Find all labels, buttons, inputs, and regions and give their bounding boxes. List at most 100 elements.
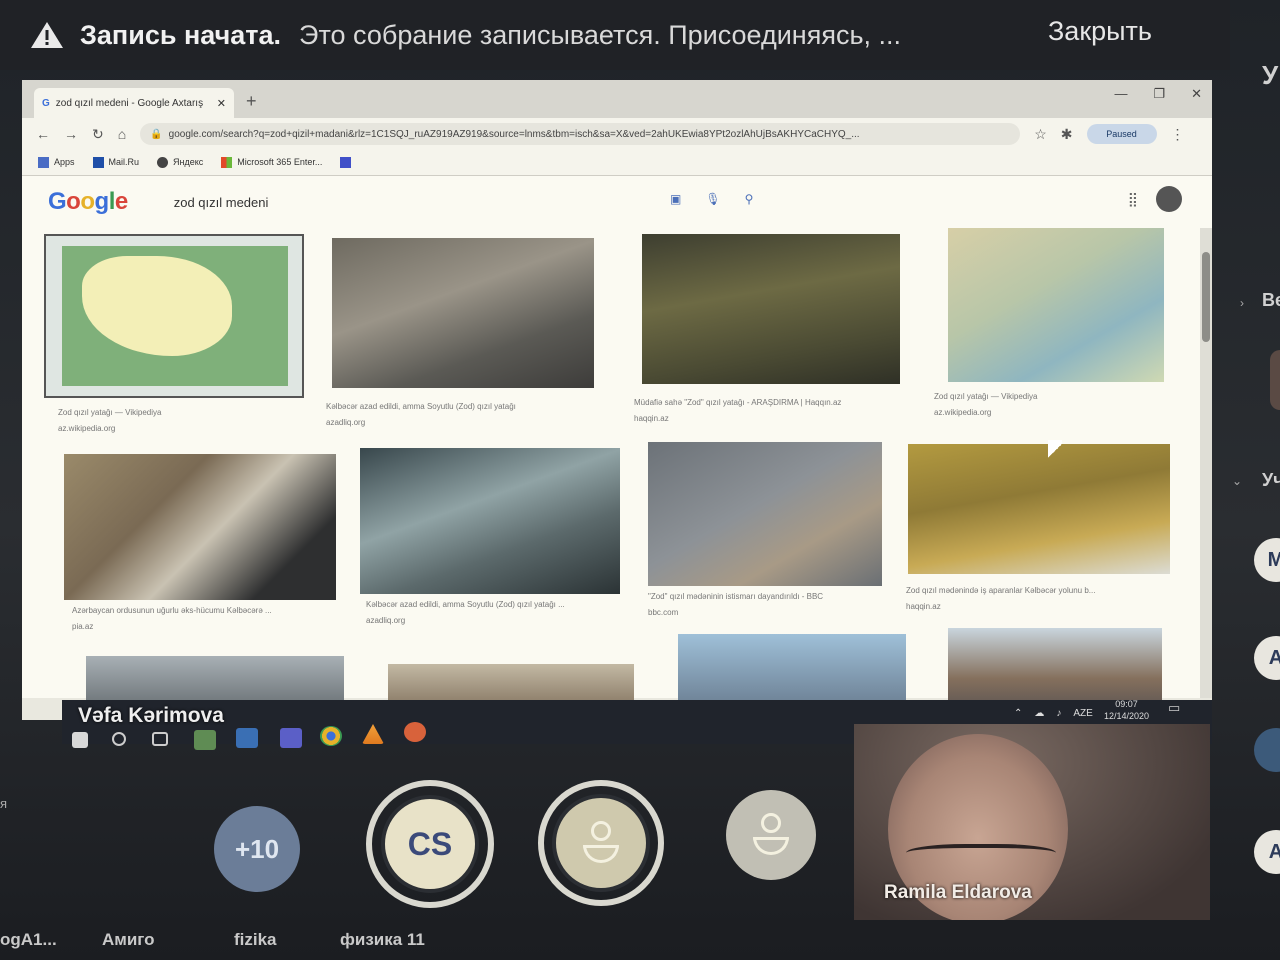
search-icon[interactable]	[112, 732, 126, 746]
result-source[interactable]: haqqin.az	[634, 414, 906, 423]
result-source[interactable]: az.wikipedia.org	[934, 408, 1164, 417]
presenter-name: Vəfa Kərimova	[78, 704, 224, 727]
extensions-icon[interactable]: ✱	[1061, 126, 1073, 143]
result-caption[interactable]: Zod qızıl mədənində iş aparanlar Kəlbəcə…	[906, 586, 1176, 595]
rail-section-label[interactable]: Ве	[1262, 290, 1280, 311]
camera-icon[interactable]: ▣	[670, 192, 681, 206]
restore-icon[interactable]: ❐	[1153, 86, 1165, 102]
participant-avatar[interactable]: CS	[381, 795, 479, 893]
search-query[interactable]: zod qızıl medeni	[174, 195, 269, 210]
home-icon[interactable]: ⌂	[118, 126, 126, 142]
participant-avatar[interactable]	[726, 790, 816, 880]
bookmark-microsoft[interactable]: Microsoft 365 Enter...	[221, 157, 322, 169]
image-result[interactable]	[648, 442, 882, 586]
google-favicon-icon: G	[42, 97, 50, 109]
reload-icon[interactable]: ↻	[92, 126, 104, 143]
bookmark-yandex[interactable]: Яндекс	[157, 157, 203, 169]
participant-label: физика 11	[340, 930, 425, 949]
image-result[interactable]	[388, 664, 634, 704]
image-result[interactable]	[642, 234, 900, 384]
forward-icon[interactable]: →	[64, 126, 78, 142]
close-window-icon[interactable]: ✕	[1191, 86, 1202, 102]
chevron-up-icon[interactable]: ⌃	[1014, 708, 1022, 719]
google-logo[interactable]: Google	[48, 188, 128, 216]
avatar[interactable]	[1156, 186, 1182, 212]
recording-title: Запись начата.	[80, 19, 282, 50]
back-icon[interactable]: ←	[36, 126, 50, 142]
new-tab-icon[interactable]: +	[246, 91, 257, 112]
profile-paused-button[interactable]: Paused	[1086, 124, 1157, 144]
windows-start-icon[interactable]	[72, 732, 88, 748]
powerpoint-icon[interactable]	[404, 722, 426, 742]
participant-label: Амиго	[102, 930, 155, 949]
notifications-icon[interactable]: ▭	[1168, 700, 1180, 716]
participant-avatar[interactable]	[552, 794, 650, 892]
participant-label: fizika	[234, 930, 277, 949]
taskbar-app-icon[interactable]	[194, 730, 216, 750]
rail-section-label[interactable]: Уч	[1262, 470, 1280, 491]
teams-icon[interactable]	[280, 728, 302, 748]
participant-label: ogA1...	[0, 930, 57, 949]
result-source[interactable]: haqqin.az	[906, 602, 1176, 611]
taskbar-clock[interactable]: 09:07 12/14/2020	[1104, 698, 1149, 722]
task-view-icon[interactable]	[152, 732, 168, 746]
image-result[interactable]	[678, 634, 906, 704]
search-icon[interactable]: ⚲	[745, 192, 754, 206]
result-source[interactable]: azadliq.org	[326, 418, 602, 427]
image-result[interactable]	[948, 628, 1162, 700]
bookmark-icon[interactable]	[340, 157, 352, 168]
recording-message: Это собрание записывается. Присоединяясь…	[299, 19, 902, 50]
participant-glasses	[906, 844, 1056, 866]
participant-avatar[interactable]: A	[1254, 830, 1280, 874]
network-icon[interactable]: ☁	[1034, 708, 1044, 719]
image-result[interactable]	[908, 444, 1170, 574]
participant-avatar[interactable]: A	[1254, 636, 1280, 680]
result-caption[interactable]: Azərbaycan ordusunun uğurlu əks-hücumu K…	[72, 606, 342, 615]
browser-tab-bar: G zod qızıl medeni - Google Axtarış ✕ + …	[22, 80, 1212, 118]
taskbar-app-icon[interactable]	[236, 728, 258, 748]
result-source[interactable]: az.wikipedia.org	[58, 424, 298, 433]
participant-video[interactable]: Ramila Eldarova	[854, 724, 1210, 920]
result-source[interactable]: bbc.com	[648, 608, 888, 617]
microphone-icon[interactable]: 🎙	[705, 192, 720, 206]
address-bar[interactable]: 🔒 google.com/search?q=zod+qizil+madani&rl…	[140, 123, 1021, 145]
more-participants-button[interactable]: +10	[214, 806, 300, 892]
result-caption[interactable]: Zod qızıl yatağı — Vikipediya	[58, 408, 298, 417]
bookmark-apps[interactable]: Apps	[38, 157, 75, 169]
browser-tab[interactable]: G zod qızıl medeni - Google Axtarış ✕	[34, 88, 234, 118]
page-scrollbar[interactable]	[1200, 228, 1212, 698]
result-source[interactable]: pia.az	[72, 622, 342, 631]
participant-avatar[interactable]: M	[1254, 538, 1280, 582]
image-result[interactable]	[64, 454, 336, 600]
scrollbar-thumb[interactable]	[1202, 252, 1210, 342]
volume-icon[interactable]: ♪	[1056, 708, 1061, 719]
recording-banner: Запись начата. Это собрание записывается…	[0, 0, 1230, 70]
image-result[interactable]	[44, 234, 304, 398]
menu-icon[interactable]: ⋮	[1171, 126, 1185, 143]
star-icon[interactable]: ☆	[1034, 126, 1047, 143]
chevron-right-icon[interactable]: ›	[1240, 296, 1244, 310]
minimize-icon[interactable]: —	[1114, 86, 1127, 102]
image-result[interactable]	[360, 448, 620, 594]
apps-icon	[38, 157, 49, 169]
result-caption[interactable]: Müdafiə sahə "Zod" qızıl yatağı - ARAŞDI…	[634, 398, 906, 407]
close-tab-icon[interactable]: ✕	[217, 97, 226, 110]
image-result[interactable]	[948, 228, 1164, 382]
participant-avatar[interactable]	[1254, 728, 1280, 772]
result-caption[interactable]: Kəlbəcər azad edildi, amma Soyutlu (Zod)…	[326, 402, 602, 411]
close-banner-button[interactable]: Закрыть	[1048, 16, 1152, 47]
language-indicator[interactable]: AZE	[1073, 708, 1092, 719]
apps-grid-icon[interactable]: ⣿	[1128, 191, 1138, 208]
result-caption[interactable]: Kəlbəcər azad edildi, amma Soyutlu (Zod)…	[366, 600, 636, 609]
warning-icon	[30, 20, 64, 50]
result-caption[interactable]: Zod qızıl yatağı — Vikipediya	[934, 392, 1164, 401]
avatar[interactable]	[1270, 350, 1280, 410]
bookmark-mailru[interactable]: Mail.Ru	[92, 157, 139, 169]
result-caption[interactable]: "Zod" qızıl mədəninin istismarı dayandır…	[648, 592, 888, 601]
image-result[interactable]	[86, 656, 344, 706]
image-result[interactable]	[332, 238, 594, 388]
meeting-window: Запись начата. Это собрание записывается…	[0, 0, 1280, 960]
chrome-icon[interactable]	[320, 726, 342, 746]
chevron-down-icon[interactable]: ⌄	[1232, 474, 1242, 488]
result-source[interactable]: azadliq.org	[366, 616, 636, 625]
